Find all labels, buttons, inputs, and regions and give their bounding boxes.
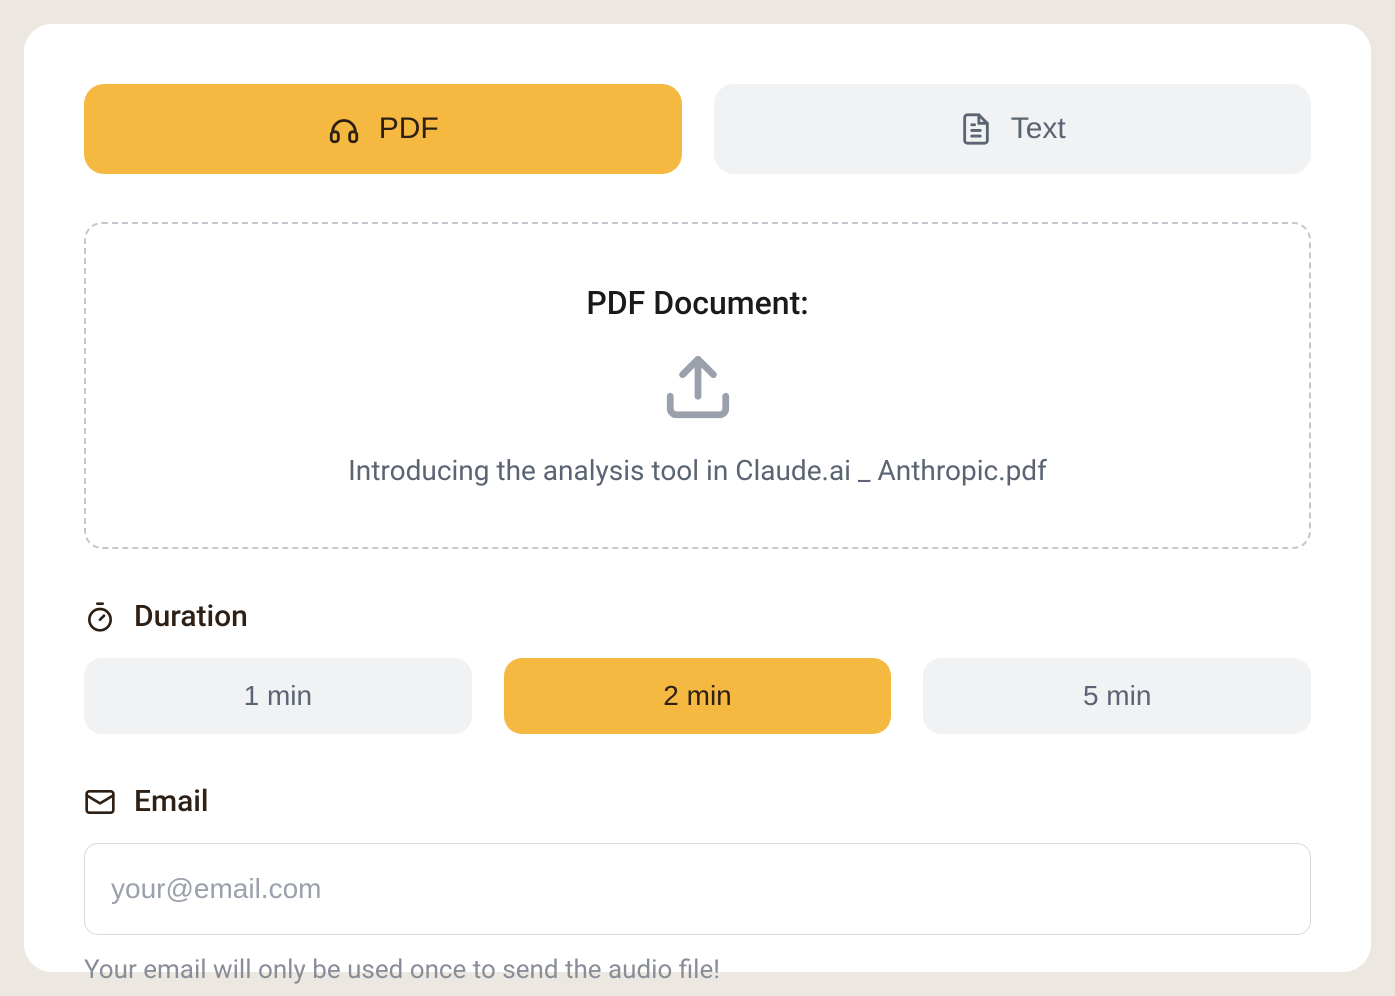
duration-label: Duration: [134, 599, 248, 634]
main-card: PDF Text PDF Document: Introducing the a…: [24, 24, 1371, 972]
duration-options: 1 min 2 min 5 min: [84, 658, 1311, 734]
timer-icon: [84, 601, 116, 633]
email-label: Email: [134, 784, 209, 819]
email-header: Email: [84, 784, 1311, 819]
headphones-icon: [327, 112, 361, 146]
file-dropzone[interactable]: PDF Document: Introducing the analysis t…: [84, 222, 1311, 549]
email-input[interactable]: [84, 843, 1311, 935]
tab-pdf[interactable]: PDF: [84, 84, 682, 174]
uploaded-filename: Introducing the analysis tool in Claude.…: [126, 454, 1269, 487]
file-text-icon: [959, 112, 993, 146]
upload-icon: [661, 350, 735, 424]
email-hint: Your email will only be used once to sen…: [84, 955, 1311, 985]
duration-option-2min[interactable]: 2 min: [504, 658, 892, 734]
duration-option-1min[interactable]: 1 min: [84, 658, 472, 734]
tab-pdf-label: PDF: [379, 112, 439, 146]
tab-text[interactable]: Text: [714, 84, 1312, 174]
duration-header: Duration: [84, 599, 1311, 634]
input-type-tabs: PDF Text: [84, 84, 1311, 174]
tab-text-label: Text: [1011, 112, 1066, 146]
mail-icon: [84, 786, 116, 818]
duration-option-5min[interactable]: 5 min: [923, 658, 1311, 734]
dropzone-title: PDF Document:: [126, 284, 1269, 322]
